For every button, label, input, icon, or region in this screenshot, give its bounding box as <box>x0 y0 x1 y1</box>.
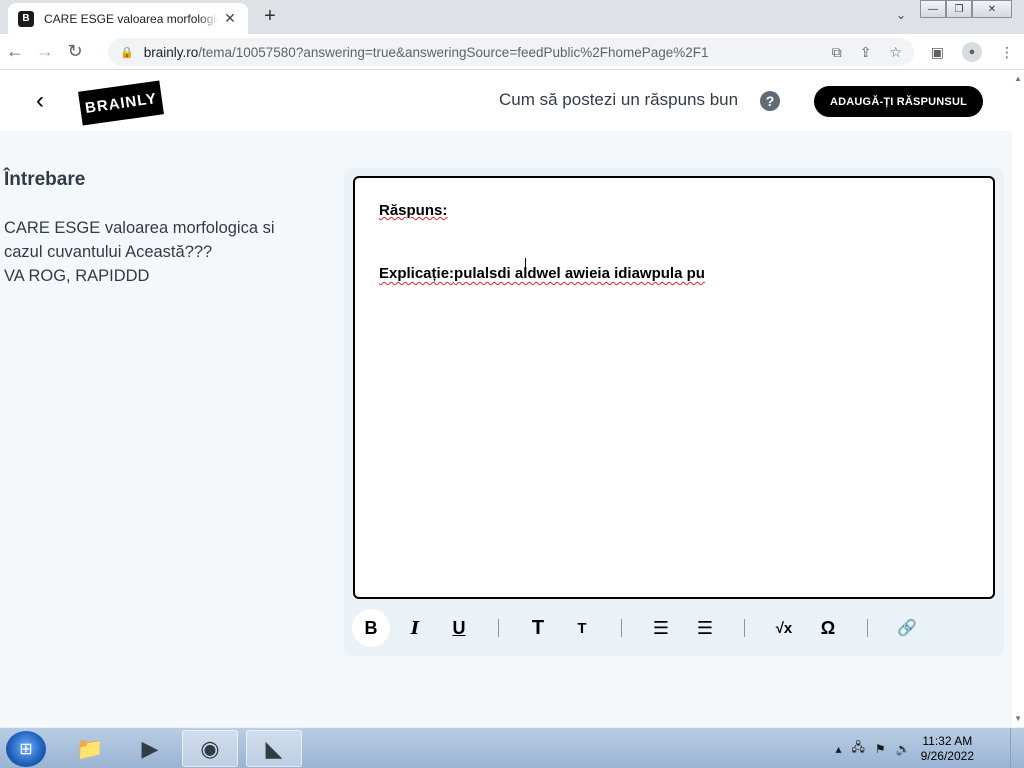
formatting-toolbar: B I U T T ☰ ☰ √x Ω 🔗 <box>352 608 1002 648</box>
bullet-list-button[interactable]: ☰ <box>686 609 724 647</box>
attach-button[interactable]: 🔗 <box>888 609 926 647</box>
math-button[interactable]: √x <box>765 609 803 647</box>
tab-search-icon[interactable]: ⌄ <box>896 8 906 22</box>
question-line: CARE ESGE valoarea morfologica si <box>4 219 275 237</box>
math-icon: √x <box>775 619 793 637</box>
window-controls: — ❐ ✕ <box>920 0 1012 18</box>
answer-editor[interactable]: Răspuns: Explicație:pulalsdi aldwel awie… <box>353 176 995 599</box>
app-shark-icon[interactable]: ◣ <box>246 730 302 767</box>
restore-button[interactable]: ❐ <box>946 0 972 18</box>
explanation-text: pulalsdi aldwel awieia idiawpula pu <box>454 265 705 282</box>
answer-label: Răspuns: <box>379 202 448 219</box>
minimize-button[interactable]: — <box>920 0 946 18</box>
address-bar[interactable]: 🔒 brainly.ro/tema/10057580?answering=tru… <box>108 38 914 66</box>
windows-taskbar: ⊞ 📁 ▶ ◉ ◣ ▴ 🖧 ⚑ 🔊 11:32 AM 9/26/2022 <box>0 727 1024 768</box>
lock-icon[interactable]: 🔒 <box>120 46 134 59</box>
how-to-answer-link[interactable]: Cum să postezi un răspuns bun <box>499 90 738 110</box>
brainly-favicon-icon: B <box>18 10 34 27</box>
network-icon[interactable]: 🖧 <box>852 738 865 759</box>
url-text[interactable]: brainly.ro/tema/10057580?answering=true&… <box>144 45 709 60</box>
profile-avatar-icon[interactable]: ● <box>962 42 982 62</box>
system-tray: ▴ 🖧 ⚑ 🔊 11:32 AM 9/26/2022 <box>835 728 1024 768</box>
add-answer-button[interactable]: ADAUGĂ-ȚI RĂSPUNSUL <box>814 86 983 117</box>
tray-expand-icon[interactable]: ▴ <box>835 742 841 756</box>
media-player-icon[interactable]: ▶ <box>122 730 178 767</box>
clock-time: 11:32 AM <box>922 733 973 748</box>
scroll-up-arrow-icon[interactable]: ▲ <box>1014 74 1022 83</box>
bold-icon: B <box>364 617 378 638</box>
menu-kebab-icon[interactable]: ⋮ <box>1000 44 1014 61</box>
url-host: brainly.ro <box>143 44 199 60</box>
clock-date: 9/26/2022 <box>920 748 974 763</box>
system-clock[interactable]: 11:32 AM 9/26/2022 <box>921 734 974 764</box>
translate-icon[interactable]: ⧉ <box>832 44 842 61</box>
flag-alert-icon[interactable]: ⚑ <box>875 742 886 756</box>
special-symbol-button[interactable]: Ω <box>809 609 847 647</box>
bold-button[interactable]: B <box>352 609 390 647</box>
help-icon[interactable]: ? <box>760 91 780 111</box>
text-cursor-icon <box>525 258 531 272</box>
question-heading: Întrebare <box>4 169 86 190</box>
question-text: CARE ESGE valoarea morfologica si cazul … <box>4 216 304 288</box>
volume-icon[interactable]: 🔊 <box>896 742 911 756</box>
omega-icon: Ω <box>820 617 836 638</box>
tab-strip: B CARE ESGE valoarea morfologica ✕ + ⌄ —… <box>0 0 1024 34</box>
underline-icon: U <box>452 617 466 638</box>
toolbar-divider <box>744 619 745 637</box>
toolbar-divider <box>621 619 622 637</box>
numbered-list-icon: ☰ <box>652 617 670 638</box>
forward-arrow-icon[interactable]: → <box>30 41 60 62</box>
start-button[interactable]: ⊞ <box>6 731 46 767</box>
explanation-line: Explicație:pulalsdi aldwel awieia idiawp… <box>379 265 969 282</box>
tab-title: CARE ESGE valoarea morfologica <box>44 11 219 26</box>
heading-large-icon: T <box>531 616 545 639</box>
file-explorer-icon[interactable]: 📁 <box>62 730 118 767</box>
explanation-label: Explicație: <box>379 265 455 282</box>
numbered-list-button[interactable]: ☰ <box>642 609 680 647</box>
heading-small-button[interactable]: T <box>563 609 601 647</box>
scroll-down-arrow-icon[interactable]: ▼ <box>1014 714 1022 723</box>
page-scrollbar[interactable] <box>1012 71 1024 727</box>
bullet-list-icon: ☰ <box>696 617 714 638</box>
question-line: cazul cuvantului Această??? <box>4 243 213 261</box>
reload-icon[interactable]: ↻ <box>60 41 90 62</box>
page-back-chevron-icon[interactable]: ‹ <box>36 87 44 115</box>
browser-tab[interactable]: B CARE ESGE valoarea morfologica ✕ <box>8 3 248 34</box>
close-window-button[interactable]: ✕ <box>972 0 1012 18</box>
share-icon[interactable]: ⇪ <box>860 44 872 61</box>
italic-icon: I <box>410 617 420 639</box>
toolbar-divider <box>498 619 499 637</box>
url-path: /tema/10057580?answering=true&answeringS… <box>198 44 709 60</box>
heading-large-button[interactable]: T <box>519 609 557 647</box>
back-arrow-icon[interactable]: ← <box>0 41 30 62</box>
chrome-icon[interactable]: ◉ <box>182 730 238 767</box>
bookmark-star-icon[interactable]: ☆ <box>889 44 902 61</box>
show-desktop-button[interactable] <box>1010 728 1024 768</box>
heading-small-icon: T <box>577 619 587 637</box>
italic-button[interactable]: I <box>396 609 434 647</box>
close-tab-icon[interactable]: ✕ <box>222 10 238 27</box>
question-line: VA ROG, RAPIDDD <box>4 267 150 285</box>
side-panel-icon[interactable]: ▣ <box>931 44 944 61</box>
underline-button[interactable]: U <box>440 609 478 647</box>
paperclip-icon: 🔗 <box>897 620 917 637</box>
browser-toolbar: ← → ↻ 🔒 brainly.ro/tema/10057580?answeri… <box>0 34 1024 70</box>
toolbar-divider <box>867 619 868 637</box>
new-tab-button[interactable]: + <box>258 5 282 28</box>
